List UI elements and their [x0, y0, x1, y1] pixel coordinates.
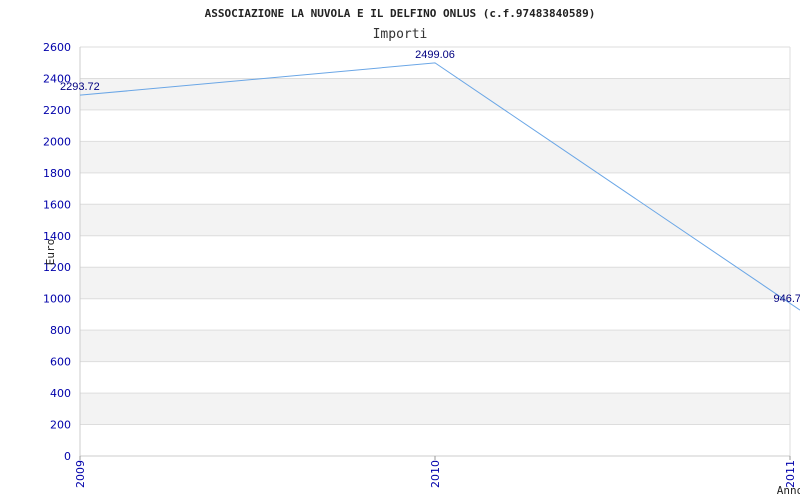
- y-tick-label: 600: [50, 356, 71, 369]
- y-tick-label: 1800: [43, 167, 71, 180]
- y-tick-label: 0: [64, 450, 71, 463]
- data-label: 946.7: [773, 293, 800, 305]
- x-tick-label: 2010: [429, 460, 442, 488]
- data-label: 2499.06: [415, 49, 455, 61]
- y-tick-label: 800: [50, 324, 71, 337]
- grid-bands: [80, 78, 790, 425]
- chart-subtitle: Importi: [373, 27, 428, 42]
- x-tick-label: 2009: [74, 460, 87, 488]
- x-tick-labels: 2009 2010 2011: [74, 460, 797, 488]
- y-tick-label: 1600: [43, 198, 71, 211]
- chart-title: ASSOCIAZIONE LA NUVOLA E IL DELFINO ONLU…: [205, 7, 596, 20]
- x-axis-label: Anno: [777, 484, 800, 497]
- y-axis-label: Euro: [44, 239, 57, 266]
- y-tick-label: 200: [50, 419, 71, 432]
- grid-band: [80, 393, 790, 425]
- line-chart: 0200400600800100012001400160018002000220…: [43, 7, 800, 497]
- y-tick-label: 2600: [43, 41, 71, 54]
- y-tick-label: 400: [50, 387, 71, 400]
- grid-band: [80, 78, 790, 110]
- grid-band: [80, 330, 790, 362]
- y-tick-label: 1000: [43, 293, 71, 306]
- y-tick-label: 2000: [43, 135, 71, 148]
- grid-band: [80, 267, 790, 299]
- data-label: 2293.72: [60, 81, 100, 93]
- grid-band: [80, 141, 790, 173]
- y-tick-label: 2200: [43, 104, 71, 117]
